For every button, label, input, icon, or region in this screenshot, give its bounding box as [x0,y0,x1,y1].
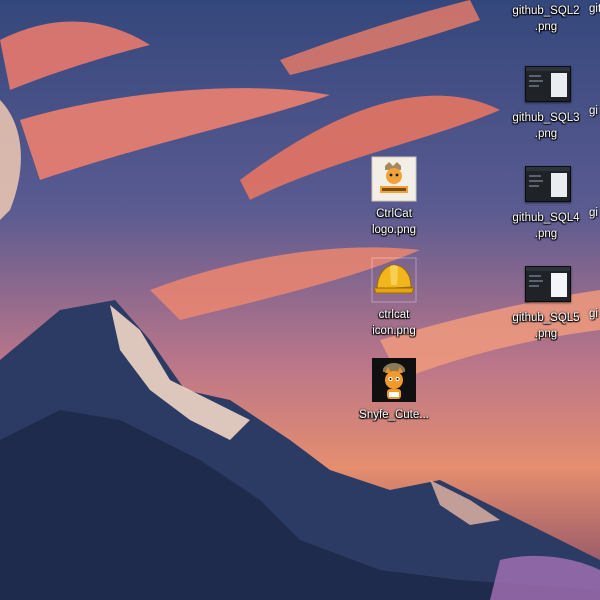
desktop-icon-github-sql5[interactable]: github_SQL5 .png [503,260,589,342]
hard-hat-icon [371,257,417,303]
icon-label: Snyfe_Cute... [359,409,429,421]
desktop-icon-snyfe-cute[interactable]: Snyfe_Cute... [351,357,437,423]
partial-icon-label[interactable]: gi [589,105,598,117]
icon-label: github_SQL2 .png [512,5,580,33]
icon-label: github_SQL4 .png [512,212,580,240]
desktop-icon-ctrlcat-icon[interactable]: ctrlcat icon.png [351,257,437,339]
partial-icon-label[interactable]: git [589,3,600,15]
desktop-icon-github-sql3[interactable]: github_SQL3 .png [503,60,589,142]
desktop-icon-github-sql4[interactable]: github_SQL4 .png [503,160,589,242]
ctrlcat-logo-icon [371,156,417,202]
screenshot-thumbnail-icon [523,260,571,306]
partial-icon-label[interactable]: gi [589,308,598,320]
partial-icon-label[interactable]: gi [589,207,598,219]
cat-image-icon [371,357,417,403]
icon-label: CtrlCat logo.png [371,208,417,236]
screenshot-thumbnail-icon [523,160,571,206]
icon-label: ctrlcat icon.png [372,309,416,337]
screenshot-thumbnail-icon [523,60,571,106]
icon-label: github_SQL3 .png [512,112,580,140]
desktop-icon-ctrlcat-logo[interactable]: CtrlCat logo.png [351,156,437,238]
desktop-icon-github-sql2[interactable]: github_SQL2 .png [503,3,589,35]
icon-label: github_SQL5 .png [512,312,580,340]
